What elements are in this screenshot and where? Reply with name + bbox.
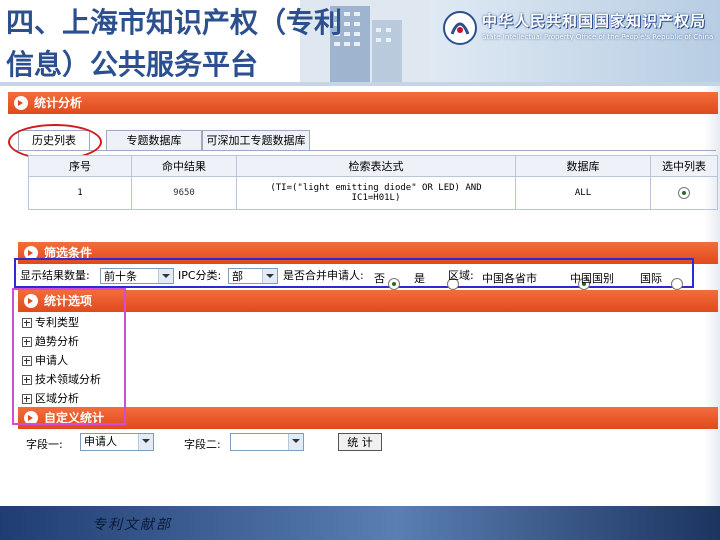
cell-hits[interactable]: 9650 [131,176,237,210]
merge-no-label: 否 [374,272,385,285]
arrow-bullet-icon [14,96,28,110]
org-name-en: State Intellectual Property Office of th… [482,33,714,41]
column-header-hits: 命中结果 [131,155,237,177]
ipc-label: IPC分类: [178,269,222,282]
expression-line-1: (TI=("light emitting diode" OR LED) AND [270,183,482,193]
merge-yes-label: 是 [414,272,425,285]
ipc-select[interactable]: 部 [228,268,278,284]
column-header-expression: 检索表达式 [236,155,516,177]
tab-deep-topic-db[interactable]: 可深加工专题数据库 [202,130,310,151]
submit-stats-button[interactable]: 统 计 [338,433,382,451]
sipo-logo-icon [443,11,477,45]
chevron-down-icon [138,434,153,450]
region-option-provinces: 中国各省市 [482,272,537,285]
highlight-box-magenta [12,288,126,425]
region-option-countries: 中国国别 [570,272,614,285]
history-table: 序号 命中结果 检索表达式 数据库 选中列表 1 9650 (TI=("ligh… [28,155,718,210]
merge-no-radio[interactable] [388,277,400,290]
cell-index: 1 [28,176,132,210]
cell-selected [650,176,718,210]
region-countries-radio[interactable] [671,277,684,290]
column-header-selected: 选中列表 [650,155,718,177]
chevron-down-icon [158,269,173,283]
slide-title: 四、上海市知识产权（专利信息）公共服务平台 [6,6,343,81]
field2-select[interactable] [230,433,304,451]
table-header-row: 序号 命中结果 检索表达式 数据库 选中列表 [28,155,718,177]
column-header-database: 数据库 [515,155,651,177]
stats-section-bar: 统计分析 [8,92,718,114]
field2-value [231,435,234,448]
chevron-down-icon [262,269,277,283]
org-name-cn: 中华人民共和国国家知识产权局 [482,12,707,30]
expression-line-2: IC1=H01L) [351,193,401,203]
cell-expression: (TI=("light emitting diode" OR LED) AND … [236,176,516,210]
cell-database: ALL [515,176,651,210]
field2-label: 字段二: [184,438,221,451]
region-option-international: 国际 [640,272,662,285]
display-count-value: 前十条 [104,270,137,283]
table-row: 1 9650 (TI=("light emitting diode" OR LE… [28,176,718,210]
tab-topic-db[interactable]: 专题数据库 [106,130,202,151]
display-count-label: 显示结果数量: [20,269,90,282]
column-header-index: 序号 [28,155,132,177]
ipc-value: 部 [232,270,243,283]
footer-department: 专利文献部 [92,517,172,533]
chevron-down-icon [288,434,303,450]
select-radio[interactable] [678,187,690,199]
header-divider [0,82,720,86]
field1-select[interactable]: 申请人 [80,433,154,451]
tab-strip-line [14,150,716,151]
stats-section-title: 统计分析 [34,96,83,110]
display-count-select[interactable]: 前十条 [100,268,174,284]
field1-value: 申请人 [84,435,117,448]
field1-label: 字段一: [26,438,63,451]
region-label: 区域: [448,269,474,282]
merge-applicant-label: 是否合并申请人: [283,269,364,282]
